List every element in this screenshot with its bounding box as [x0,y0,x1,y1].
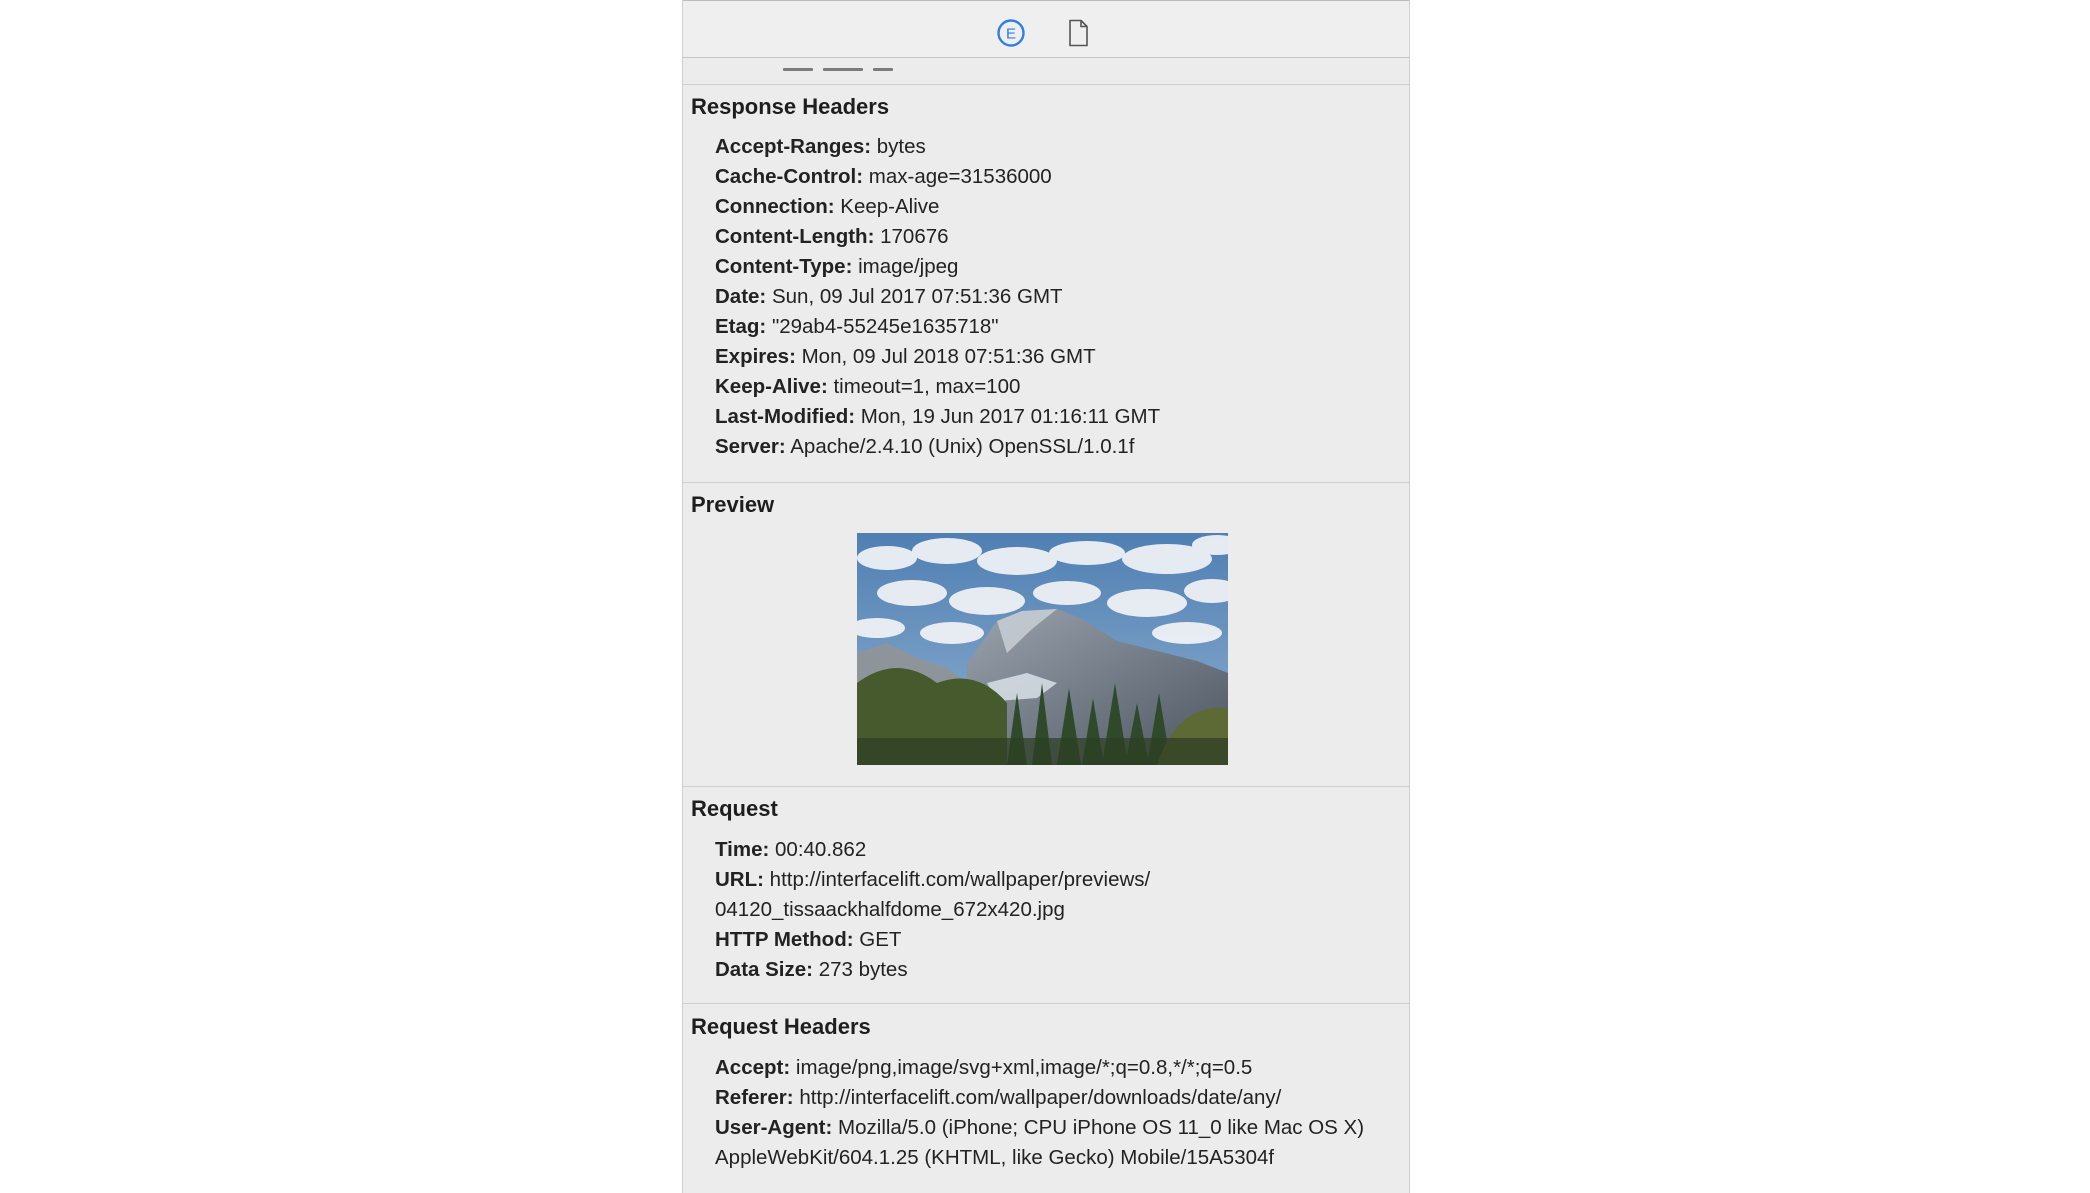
header-row: Referer: http://interfacelift.com/wallpa… [715,1086,1281,1110]
header-key: Data Size: [715,958,813,981]
header-row: Content-Type: image/jpeg [715,255,958,279]
header-key: Date: [715,285,767,308]
header-value[interactable]: Sun, 09 Jul 2017 07:51:36 GMT [772,285,1063,308]
divider [683,786,1409,787]
header-row: Accept-Ranges: bytes [715,135,926,159]
header-key: Content-Type: [715,255,853,278]
header-value[interactable]: Keep-Alive [840,195,939,218]
detail-toolbar: E [683,0,1409,58]
header-row: URL: http://interfacelift.com/wallpaper/… [715,868,1150,892]
preview-image[interactable] [857,533,1228,765]
header-value[interactable]: Apache/2.4.10 (Unix) OpenSSL/1.0.1f [790,435,1134,458]
header-row: Date: Sun, 09 Jul 2017 07:51:36 GMT [715,285,1063,309]
header-value[interactable]: Mon, 09 Jul 2018 07:51:36 GMT [802,345,1096,368]
header-key: Server: [715,435,786,458]
request-title: Request [691,796,778,821]
document-icon[interactable] [1063,18,1093,48]
header-key: Connection: [715,195,835,218]
header-row: HTTP Method: GET [715,928,901,952]
e-info-icon[interactable]: E [996,18,1026,48]
header-key: Referer: [715,1086,794,1109]
header-value[interactable]: 170676 [880,225,948,248]
header-row: Keep-Alive: timeout=1, max=100 [715,375,1020,399]
header-value[interactable]: Mon, 19 Jun 2017 01:16:11 GMT [861,405,1160,428]
header-value[interactable]: timeout=1, max=100 [833,375,1020,398]
header-key: Last-Modified: [715,405,856,428]
header-value[interactable]: http://interfacelift.com/wallpaper/previ… [770,868,1151,891]
header-row: Data Size: 273 bytes [715,958,908,982]
network-detail-panel: E Response Headers Accept-Ranges: bytes C… [682,0,1410,1193]
header-value[interactable]: GET [859,928,901,951]
clipped-previous-content [683,58,1409,85]
header-row: User-Agent: Mozilla/5.0 (iPhone; CPU iPh… [715,1116,1364,1140]
svg-text:E: E [1006,26,1016,43]
header-value[interactable]: image/jpeg [858,255,958,278]
divider [683,482,1409,483]
header-row: Accept: image/png,image/svg+xml,image/*;… [715,1056,1252,1080]
header-key: Cache-Control: [715,165,864,188]
header-key: Keep-Alive: [715,375,828,398]
divider [683,1003,1409,1004]
header-key: Time: [715,838,770,861]
header-key: Accept: [715,1056,791,1079]
header-row: AppleWebKit/604.1.25 (KHTML, like Gecko)… [715,1146,1274,1170]
header-value[interactable]: max-age=31536000 [869,165,1052,188]
header-row: Cache-Control: max-age=31536000 [715,165,1052,189]
header-value[interactable]: bytes [877,135,926,158]
response-headers-title: Response Headers [691,94,890,119]
header-row: Expires: Mon, 09 Jul 2018 07:51:36 GMT [715,345,1096,369]
header-key: Etag: [715,315,767,338]
header-value[interactable]: 00:40.862 [775,838,866,861]
header-key: Expires: [715,345,796,368]
header-value[interactable]: 273 bytes [819,958,908,981]
header-value[interactable]: AppleWebKit/604.1.25 (KHTML, like Gecko)… [715,1146,1274,1169]
header-row: Content-Length: 170676 [715,225,949,249]
header-key: User-Agent: [715,1116,833,1139]
preview-title: Preview [691,492,775,517]
header-key: Content-Length: [715,225,875,248]
header-row: Server: Apache/2.4.10 (Unix) OpenSSL/1.0… [715,435,1134,459]
header-row: Connection: Keep-Alive [715,195,939,219]
header-key: URL: [715,868,764,891]
header-row: Time: 00:40.862 [715,838,866,862]
header-key: Accept-Ranges: [715,135,872,158]
header-row: Etag: "29ab4-55245e1635718" [715,315,999,339]
header-row: 04120_tissaackhalfdome_672x420.jpg [715,898,1065,922]
header-value[interactable]: image/png,image/svg+xml,image/*;q=0.8,*/… [796,1056,1252,1079]
header-value[interactable]: Mozilla/5.0 (iPhone; CPU iPhone OS 11_0 … [838,1116,1364,1139]
header-value[interactable]: "29ab4-55245e1635718" [772,315,999,338]
request-headers-title: Request Headers [691,1014,871,1039]
header-value[interactable]: 04120_tissaackhalfdome_672x420.jpg [715,898,1065,921]
header-key: HTTP Method: [715,928,854,951]
header-value[interactable]: http://interfacelift.com/wallpaper/downl… [799,1086,1281,1109]
header-row: Last-Modified: Mon, 19 Jun 2017 01:16:11… [715,405,1160,429]
